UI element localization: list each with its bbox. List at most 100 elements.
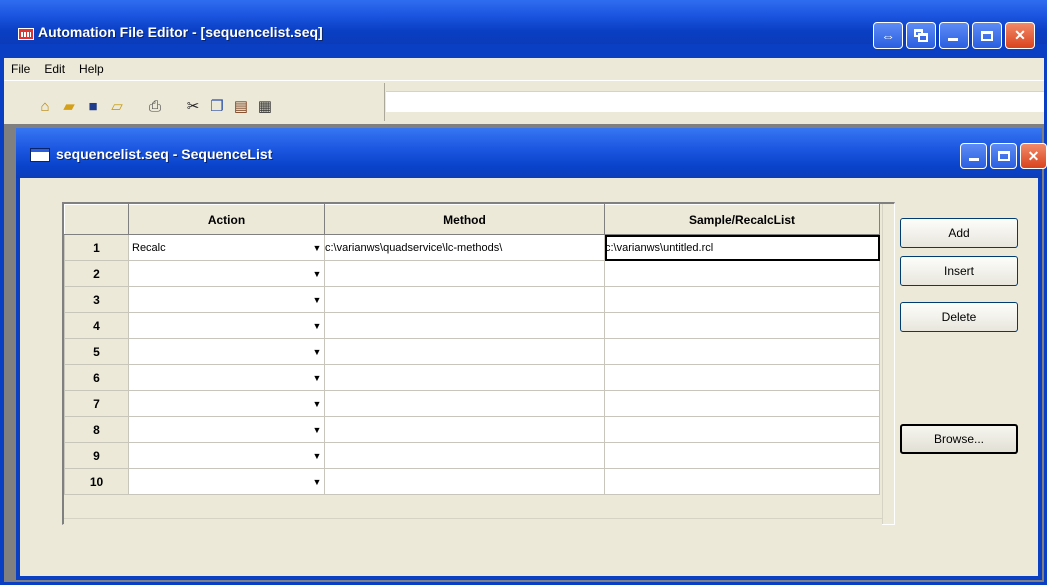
method-cell[interactable]	[324, 390, 605, 417]
column-header-sample[interactable]: Sample/RecalcList	[604, 204, 880, 235]
action-combobox[interactable]: ▼	[130, 288, 324, 312]
row-number[interactable]: 3	[64, 286, 129, 313]
home-icon[interactable]: ⌂	[34, 95, 56, 117]
sample-cell[interactable]	[604, 260, 880, 287]
menu-file[interactable]: File	[4, 62, 37, 76]
sample-cell[interactable]: c:\varianws\untitled.rcl	[604, 234, 880, 261]
child-minimize-button[interactable]	[960, 143, 987, 169]
corner-header[interactable]	[64, 204, 129, 235]
action-cell[interactable]: ▼	[128, 416, 325, 443]
help-icon: ⇔	[881, 27, 895, 44]
maximize-button[interactable]	[972, 22, 1002, 49]
help-button[interactable]: ⇔	[873, 22, 903, 49]
child-title-bar[interactable]: sequencelist.seq - SequenceList ✕	[16, 128, 1047, 178]
save-icon[interactable]: ■	[82, 95, 104, 117]
chevron-down-icon[interactable]: ▼	[310, 470, 324, 494]
action-combobox[interactable]: ▼	[130, 262, 324, 286]
child-window-title: sequencelist.seq - SequenceList	[56, 146, 273, 162]
row-number[interactable]: 1	[64, 234, 129, 261]
main-title-bar[interactable]: Automation File Editor - [sequencelist.s…	[0, 0, 1047, 49]
delete-button[interactable]: Delete	[900, 302, 1018, 332]
print-icon[interactable]: ⎙	[144, 95, 166, 117]
row-number[interactable]: 9	[64, 442, 129, 469]
action-combobox[interactable]: ▼	[130, 392, 324, 416]
close-button[interactable]: ✕	[1005, 22, 1035, 49]
chevron-down-icon[interactable]: ▼	[310, 366, 324, 390]
sample-cell[interactable]	[604, 390, 880, 417]
action-cell[interactable]: ▼	[128, 442, 325, 469]
close-icon: ✕	[1014, 27, 1026, 43]
chevron-down-icon[interactable]: ▼	[310, 288, 324, 312]
action-cell[interactable]: ▼	[128, 390, 325, 417]
row-number[interactable]: 4	[64, 312, 129, 339]
method-cell[interactable]	[324, 442, 605, 469]
properties-icon[interactable]: ▦	[254, 95, 276, 117]
chevron-down-icon[interactable]: ▼	[310, 444, 324, 468]
paste-icon[interactable]: ▤	[230, 95, 252, 117]
action-combobox[interactable]: ▼	[130, 418, 324, 442]
method-cell[interactable]: c:\varianws\quadservice\lc-methods\	[324, 234, 605, 261]
action-combobox[interactable]: ▼	[130, 470, 324, 494]
action-combobox[interactable]: ▼	[130, 340, 324, 364]
restore-down-button[interactable]	[906, 22, 936, 49]
sample-cell[interactable]	[604, 364, 880, 391]
chevron-down-icon[interactable]: ▼	[310, 392, 324, 416]
row-number[interactable]: 6	[64, 364, 129, 391]
sample-cell[interactable]	[604, 312, 880, 339]
row-number[interactable]: 10	[64, 468, 129, 495]
chevron-down-icon[interactable]: ▼	[310, 262, 324, 286]
sample-cell[interactable]	[604, 416, 880, 443]
browse-button[interactable]: Browse...	[900, 424, 1018, 454]
sequence-grid: Action Method Sample/RecalcList 1 Recalc ▼…	[62, 202, 895, 525]
action-cell[interactable]: Recalc ▼	[128, 234, 325, 261]
open-folder-icon[interactable]: ▰	[58, 95, 80, 117]
grid-vertical-scrollbar[interactable]	[882, 204, 893, 524]
action-cell[interactable]: ▼	[128, 286, 325, 313]
open-file-icon[interactable]: ▱	[106, 95, 128, 117]
menu-help[interactable]: Help	[72, 62, 111, 76]
add-button[interactable]: Add	[900, 218, 1018, 248]
child-close-button[interactable]: ✕	[1020, 143, 1047, 169]
child-maximize-button[interactable]	[990, 143, 1017, 169]
insert-button[interactable]: Insert	[900, 256, 1018, 286]
app-icon[interactable]	[18, 28, 34, 40]
action-cell[interactable]: ▼	[128, 468, 325, 495]
action-cell[interactable]: ▼	[128, 364, 325, 391]
row-number[interactable]: 5	[64, 338, 129, 365]
action-cell[interactable]: ▼	[128, 338, 325, 365]
row-number[interactable]: 7	[64, 390, 129, 417]
row-number[interactable]: 2	[64, 260, 129, 287]
main-caption-buttons: ⇔ ✕	[873, 22, 1035, 49]
chevron-down-icon[interactable]: ▼	[310, 340, 324, 364]
action-cell[interactable]: ▼	[128, 312, 325, 339]
method-cell[interactable]	[324, 364, 605, 391]
method-cell[interactable]	[324, 260, 605, 287]
row-number[interactable]: 8	[64, 416, 129, 443]
method-cell[interactable]	[324, 468, 605, 495]
chevron-down-icon[interactable]: ▼	[310, 236, 324, 260]
copy-icon[interactable]: ❐	[206, 95, 228, 117]
action-combobox[interactable]: ▼	[130, 314, 324, 338]
cut-icon[interactable]: ✂	[182, 95, 204, 117]
action-combobox[interactable]: ▼	[130, 366, 324, 390]
document-icon[interactable]	[30, 148, 50, 162]
sample-cell[interactable]	[604, 286, 880, 313]
action-cell[interactable]: ▼	[128, 260, 325, 287]
column-header-method[interactable]: Method	[324, 204, 605, 235]
sample-cell[interactable]	[604, 338, 880, 365]
method-cell[interactable]	[324, 286, 605, 313]
table-row: 4 ▼	[64, 312, 880, 339]
method-cell[interactable]	[324, 416, 605, 443]
chevron-down-icon[interactable]: ▼	[310, 314, 324, 338]
action-combobox[interactable]: Recalc ▼	[130, 236, 324, 260]
sample-cell[interactable]	[604, 442, 880, 469]
action-combobox[interactable]: ▼	[130, 444, 324, 468]
method-cell[interactable]	[324, 312, 605, 339]
menu-edit[interactable]: Edit	[37, 62, 72, 76]
sample-cell[interactable]	[604, 468, 880, 495]
column-header-action[interactable]: Action	[128, 204, 325, 235]
chevron-down-icon[interactable]: ▼	[310, 418, 324, 442]
grid-horizontal-scrollbar[interactable]	[64, 518, 882, 525]
minimize-button[interactable]	[939, 22, 969, 49]
method-cell[interactable]	[324, 338, 605, 365]
